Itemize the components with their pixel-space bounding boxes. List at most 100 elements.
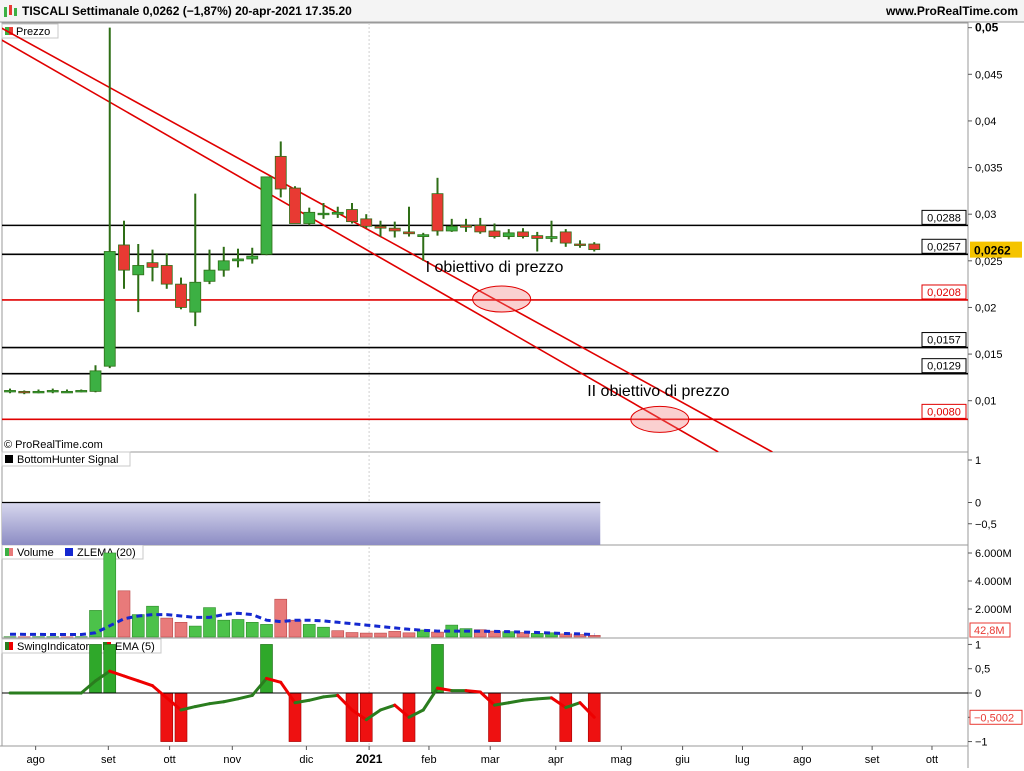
candle <box>47 389 58 394</box>
candle <box>218 247 229 277</box>
swing-series-name: SwingIndicator <box>17 641 89 653</box>
candle <box>461 219 472 232</box>
volume-legend-down-swatch <box>9 548 13 556</box>
annotation-label: II obiettivo di prezzo <box>587 383 729 400</box>
ema-segment <box>466 691 480 692</box>
swing-last-label: −0,5002 <box>974 712 1014 724</box>
candle <box>19 390 30 394</box>
volume-bar <box>346 633 358 637</box>
ema-segment <box>509 700 523 702</box>
candle <box>104 28 115 368</box>
x-tick-label: dic <box>299 754 314 766</box>
ema-segment <box>309 697 323 700</box>
vol-y-tick-label: 6.000M <box>975 548 1012 560</box>
volume-panel-label: Volume ZLEMA (20) <box>2 545 143 559</box>
candle <box>404 207 415 237</box>
swing-bar <box>175 693 187 742</box>
x-tick-label: nov <box>223 754 241 766</box>
candle <box>119 221 130 289</box>
candle-body <box>575 244 586 246</box>
vol-y-tick-label: 2.000M <box>975 604 1012 616</box>
candle <box>418 233 429 261</box>
candle-body <box>161 265 172 284</box>
target-ellipse-2 <box>631 406 689 432</box>
candle-body <box>247 256 258 259</box>
candle-body <box>404 232 415 234</box>
panel-frame-0 <box>2 23 968 452</box>
candle-body <box>119 245 130 270</box>
candle-body <box>176 284 187 307</box>
x-tick-label: apr <box>548 754 564 766</box>
candle <box>361 214 372 228</box>
volume-bar <box>232 620 244 638</box>
x-tick-label: ago <box>26 754 44 766</box>
price-y-tick-label: 0,03 <box>975 209 996 221</box>
x-tick-label: ott <box>926 754 938 766</box>
ema-segment <box>210 702 224 704</box>
candle <box>546 221 557 242</box>
candle-body <box>233 259 244 261</box>
candle <box>33 390 44 394</box>
candle-body <box>290 188 301 223</box>
x-tick-label: lug <box>735 754 750 766</box>
swing-bar <box>560 693 572 742</box>
panel-frame-3 <box>2 638 968 746</box>
price-y-tick-label: 0,015 <box>975 349 1003 361</box>
candle <box>475 218 486 234</box>
level-label: 0,0157 <box>927 335 961 347</box>
volume-bar <box>161 618 173 637</box>
source-url[interactable]: www.ProRealTime.com <box>885 4 1018 18</box>
candle-body <box>546 237 557 239</box>
candle-body <box>62 391 73 393</box>
price-y-tick-label: 0,04 <box>975 116 996 128</box>
volume-bar <box>303 624 315 637</box>
swing-legend-down-swatch <box>9 642 13 650</box>
ema-segment <box>423 688 437 710</box>
swing-y-tick-label: 0 <box>975 688 981 700</box>
candle-body <box>389 228 400 231</box>
x-tick-label: mar <box>481 754 500 766</box>
candle-body <box>361 219 372 226</box>
bh-y-tick-label: 0 <box>975 498 981 510</box>
candle-body <box>318 213 329 215</box>
candle <box>532 232 543 252</box>
candle-body <box>147 263 158 268</box>
ema-segment <box>138 681 152 686</box>
candle <box>560 229 571 247</box>
candle-body <box>76 390 87 392</box>
candle <box>62 390 73 393</box>
volume-bar <box>375 633 387 637</box>
x-tick-label: feb <box>421 754 436 766</box>
candle-body <box>589 244 600 250</box>
candle <box>5 389 16 394</box>
last-price-label: 0,0262 <box>974 244 1011 258</box>
x-tick-label: 2021 <box>356 752 383 766</box>
level-label: 0,0288 <box>927 212 961 224</box>
candle <box>261 177 272 255</box>
ema-segment <box>153 686 167 698</box>
ema-segment <box>195 704 209 707</box>
candle-body <box>304 212 315 223</box>
price-panel-name: Prezzo <box>16 26 50 38</box>
candle-body <box>432 194 443 231</box>
candle <box>161 253 172 288</box>
level-label: 0,0080 <box>927 406 961 418</box>
swing-legend-up-swatch <box>5 642 9 650</box>
vol-last-label: 42,8M <box>974 625 1005 637</box>
price-y-tick-label: 0,035 <box>975 163 1003 175</box>
candle-body <box>204 270 215 281</box>
price-panel: 0,02880,02570,02080,01570,01290,0080I ob… <box>0 20 968 452</box>
candle-body <box>104 251 115 366</box>
candle <box>347 203 358 224</box>
volume-bar <box>432 632 444 637</box>
swing-panel-label: SwingIndicator EMA (5) <box>2 639 161 653</box>
volume-bar <box>332 631 344 637</box>
chart-title: TISCALI Settimanale 0,0262 (−1,87%) 20-a… <box>22 4 352 18</box>
candle <box>503 229 514 239</box>
swing-y-tick-label: 1 <box>975 639 981 651</box>
candle <box>518 228 529 238</box>
bottomhunter-panel <box>2 503 600 546</box>
candles <box>5 28 600 395</box>
candle-body <box>489 231 500 237</box>
candle-body <box>461 225 472 227</box>
